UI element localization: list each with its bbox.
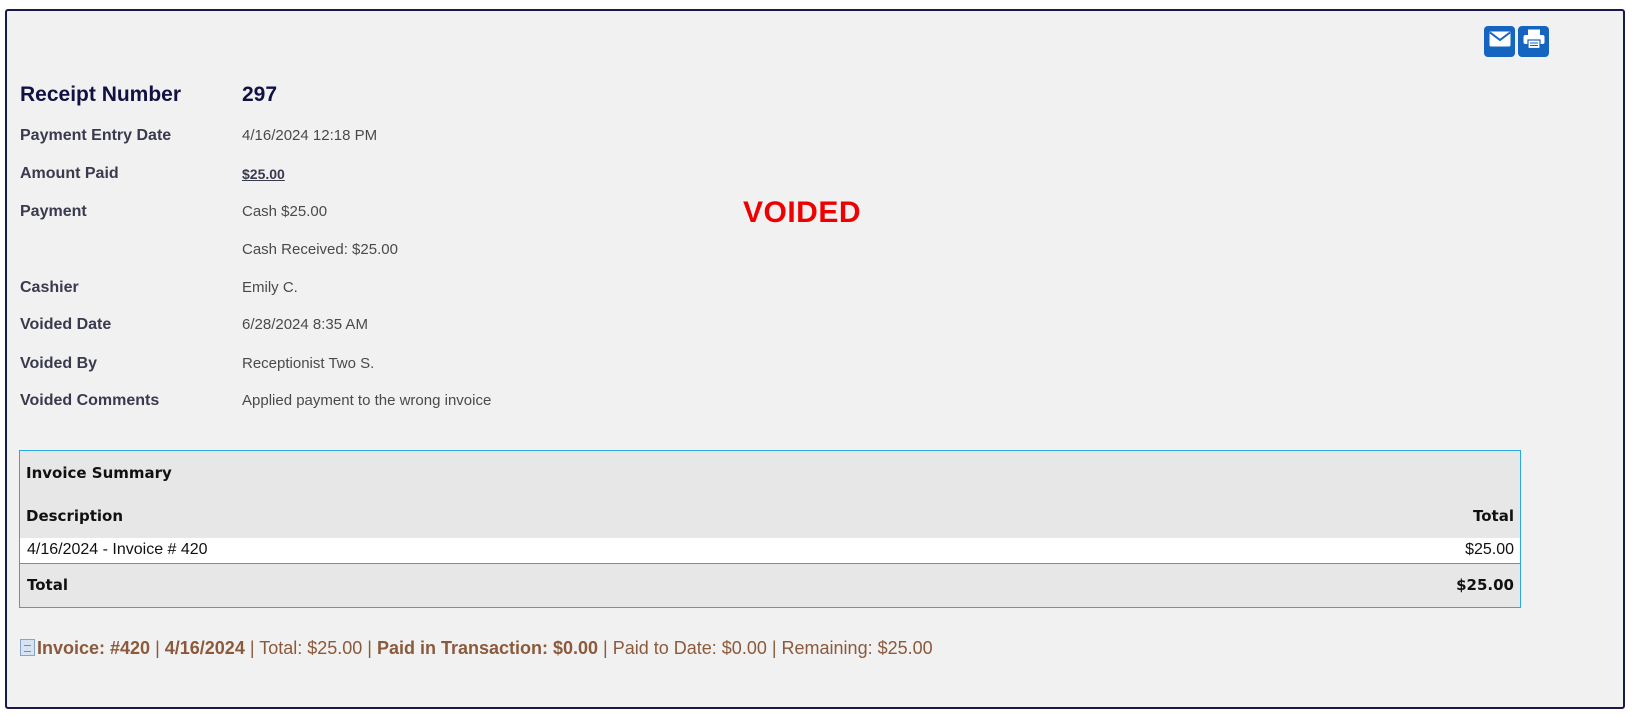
voided-comments-label: Voided Comments xyxy=(20,392,160,409)
voided-by-row: Voided By Receptionist Two S. xyxy=(7,352,807,376)
paid-to-date: Paid to Date: $0.00 xyxy=(612,638,767,658)
total-column-header: Total xyxy=(1473,507,1514,525)
cashier-row: Cashier Emily C. xyxy=(7,276,807,300)
separator: | xyxy=(362,638,377,658)
document-icon[interactable] xyxy=(20,639,35,656)
table-row: 4/16/2024 - Invoice # 420 $25.00 xyxy=(20,538,1520,564)
separator: | xyxy=(150,638,165,658)
envelope-icon xyxy=(1488,31,1511,52)
row-total: $25.00 xyxy=(1465,541,1514,558)
entry-date-value: 4/16/2024 12:18 PM xyxy=(242,127,378,144)
voided-by-value: Receptionist Two S. xyxy=(242,355,375,372)
invoice-summary-title: Invoice Summary xyxy=(26,464,172,482)
paid-in-transaction: Paid in Transaction: $0.00 xyxy=(376,638,599,658)
payment-row: Payment Cash $25.00 xyxy=(7,200,807,224)
cash-received-row: Cash Received: $25.00 xyxy=(7,238,807,262)
voided-date-value: 6/28/2024 8:35 AM xyxy=(242,316,368,333)
receipt-number-value: 297 xyxy=(242,83,278,106)
voided-status-stamp: VOIDED xyxy=(743,196,862,229)
voided-comments-value: Applied payment to the wrong invoice xyxy=(242,392,492,409)
print-button[interactable] xyxy=(1518,26,1549,57)
entry-date-row: Payment Entry Date 4/16/2024 12:18 PM xyxy=(7,124,807,148)
separator: | xyxy=(244,638,260,658)
summary-total-label: Total xyxy=(27,576,68,594)
separator: | xyxy=(766,638,782,658)
voided-date-label: Voided Date xyxy=(20,316,112,333)
remaining-balance: Remaining: $25.00 xyxy=(781,638,933,658)
invoice-total: Total: $25.00 xyxy=(259,638,363,658)
cashier-value: Emily C. xyxy=(242,279,298,296)
receipt-panel: Receipt Number 297 Payment Entry Date 4/… xyxy=(5,9,1625,709)
amount-paid-label: Amount Paid xyxy=(20,165,119,182)
voided-date-row: Voided Date 6/28/2024 8:35 AM xyxy=(7,313,807,337)
cash-received-value: Cash Received: $25.00 xyxy=(242,241,398,258)
receipt-number-row: Receipt Number 297 xyxy=(7,83,807,107)
payment-label: Payment xyxy=(20,203,87,220)
invoice-link[interactable]: Invoice: #420 xyxy=(37,638,150,658)
voided-by-label: Voided By xyxy=(20,355,98,372)
summary-total-value: $25.00 xyxy=(1456,576,1514,594)
voided-comments-row: Voided Comments Applied payment to the w… xyxy=(7,389,807,413)
invoice-summary-table: Invoice Summary Description Total 4/16/2… xyxy=(19,450,1521,608)
invoice-date: 4/16/2024 xyxy=(164,638,245,658)
payment-value: Cash $25.00 xyxy=(242,203,328,220)
entry-date-label: Payment Entry Date xyxy=(20,127,172,144)
printer-icon xyxy=(1523,29,1545,54)
separator: | xyxy=(598,638,613,658)
amount-paid-row: Amount Paid $25.00 xyxy=(7,162,807,186)
description-column-header: Description xyxy=(26,507,124,525)
email-button[interactable] xyxy=(1484,26,1515,57)
amount-paid-link[interactable]: $25.00 xyxy=(242,162,285,186)
invoice-detail-line: Invoice: #420 | 4/16/2024 | Total: $25.0… xyxy=(20,638,933,659)
receipt-number-label: Receipt Number xyxy=(20,83,182,106)
cashier-label: Cashier xyxy=(20,279,79,296)
row-description: 4/16/2024 - Invoice # 420 xyxy=(27,541,208,558)
